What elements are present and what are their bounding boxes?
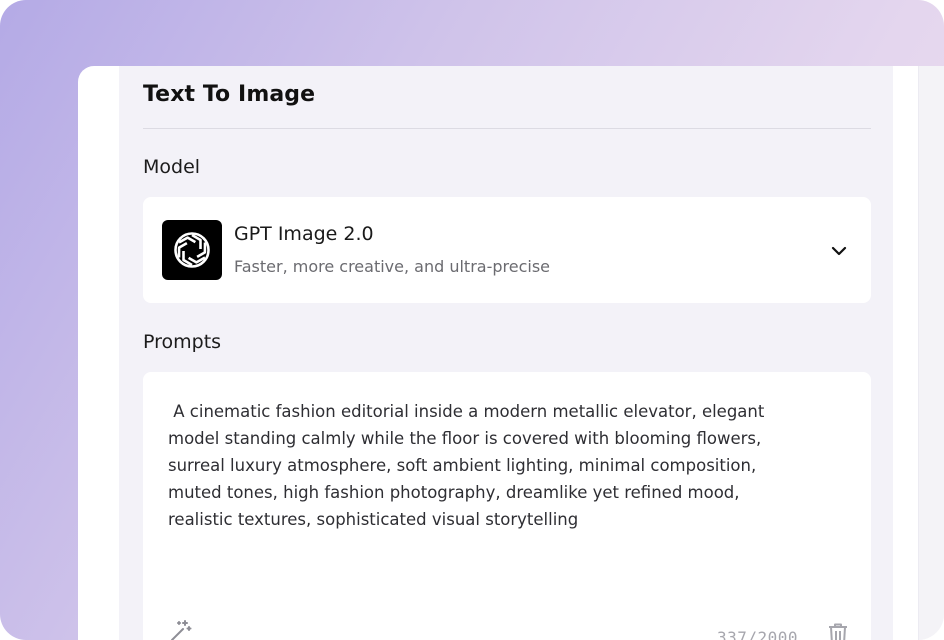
text-to-image-panel: Text To Image Model GPT Image 2.0 Faster… [119, 66, 893, 640]
page-surface: Text To Image Model GPT Image 2.0 Faster… [78, 66, 944, 640]
model-select[interactable]: GPT Image 2.0 Faster, more creative, and… [143, 197, 871, 303]
magic-wand-icon[interactable] [168, 618, 192, 640]
panel-title: Text To Image [143, 82, 316, 107]
character-count: 337/2000 [717, 628, 799, 640]
model-name: GPT Image 2.0 [234, 223, 374, 245]
model-description: Faster, more creative, and ultra-precise [234, 257, 550, 276]
title-divider [143, 128, 871, 129]
right-panel-edge [918, 66, 944, 640]
app-frame: Text To Image Model GPT Image 2.0 Faster… [0, 0, 944, 640]
model-section-label: Model [143, 156, 201, 178]
chevron-down-icon[interactable] [829, 241, 849, 261]
prompt-text[interactable]: A cinematic fashion editorial inside a m… [168, 398, 848, 533]
prompt-textarea[interactable]: A cinematic fashion editorial inside a m… [143, 372, 871, 640]
trash-icon[interactable] [826, 622, 850, 640]
prompts-section-label: Prompts [143, 331, 222, 353]
openai-logo-icon [162, 220, 222, 280]
